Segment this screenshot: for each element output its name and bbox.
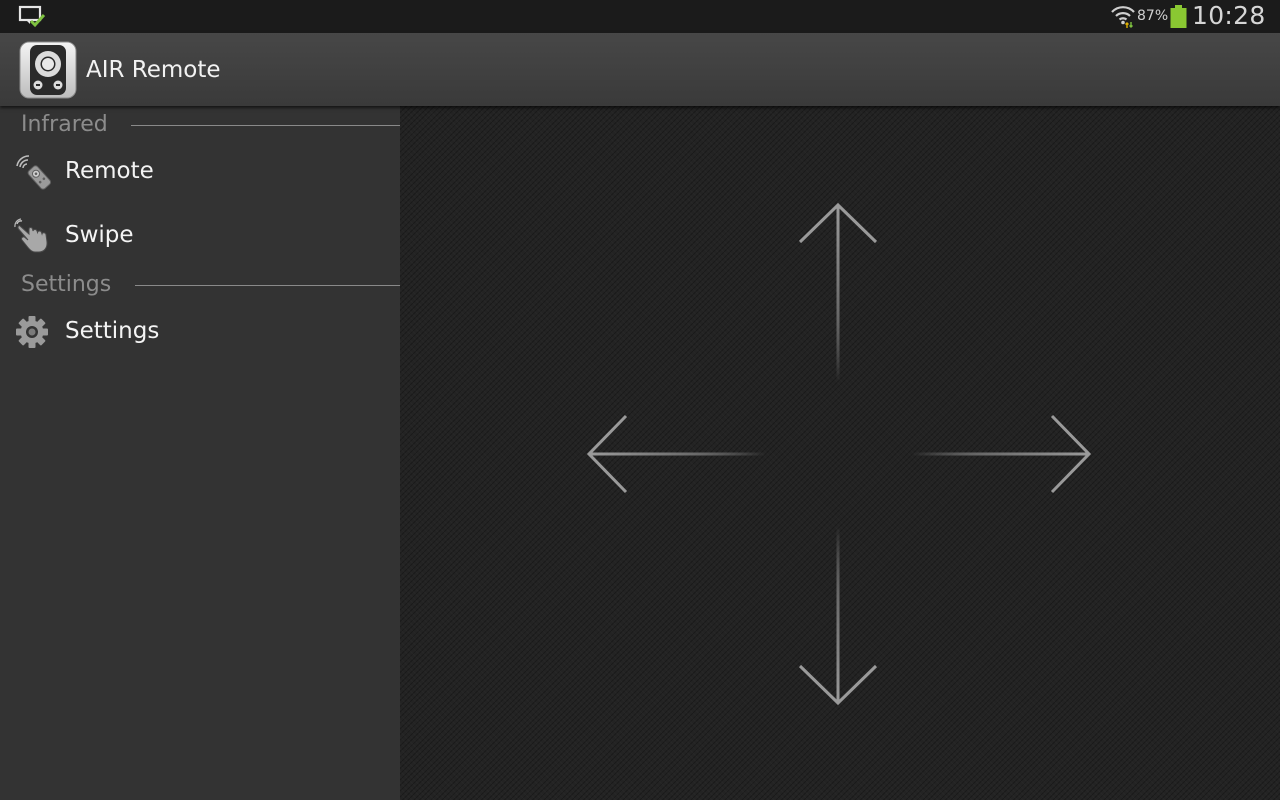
gear-icon xyxy=(16,316,48,348)
action-bar: AIR Remote xyxy=(0,33,1280,106)
section-header-settings: Settings xyxy=(0,268,400,302)
battery-percent: 87% xyxy=(1137,8,1169,24)
wifi-icon xyxy=(1111,6,1135,28)
remote-app-icon[interactable] xyxy=(19,41,77,99)
section-header-infrared: Infrared xyxy=(0,108,400,142)
arrow-right-icon[interactable] xyxy=(912,413,1092,497)
sidebar-item-label: Remote xyxy=(65,158,154,184)
swipe-pad[interactable] xyxy=(400,106,1280,800)
sidebar-item-remote[interactable]: Remote xyxy=(0,142,400,202)
sidebar-item-swipe[interactable]: Swipe xyxy=(0,206,400,266)
section-divider xyxy=(135,285,400,286)
sidebar-item-label: Swipe xyxy=(65,222,134,248)
arrow-up-icon[interactable] xyxy=(796,202,880,382)
section-header-label: Settings xyxy=(21,272,112,297)
navigation-drawer: Infrared Remote Swipe Settings Settings xyxy=(0,106,400,800)
section-header-label: Infrared xyxy=(21,112,108,137)
sidebar-item-settings[interactable]: Settings xyxy=(0,302,400,362)
remote-icon xyxy=(16,155,52,190)
notification-check-icon[interactable] xyxy=(18,4,46,28)
arrow-down-icon[interactable] xyxy=(796,526,880,706)
swipe-hand-icon xyxy=(14,218,48,253)
status-bar: 87% 10:28 xyxy=(0,0,1280,33)
battery-icon xyxy=(1170,5,1187,28)
clock: 10:28 xyxy=(1192,1,1266,30)
arrow-left-icon[interactable] xyxy=(586,413,766,497)
section-divider xyxy=(131,125,400,126)
sidebar-item-label: Settings xyxy=(65,318,160,344)
app-title: AIR Remote xyxy=(86,57,221,83)
